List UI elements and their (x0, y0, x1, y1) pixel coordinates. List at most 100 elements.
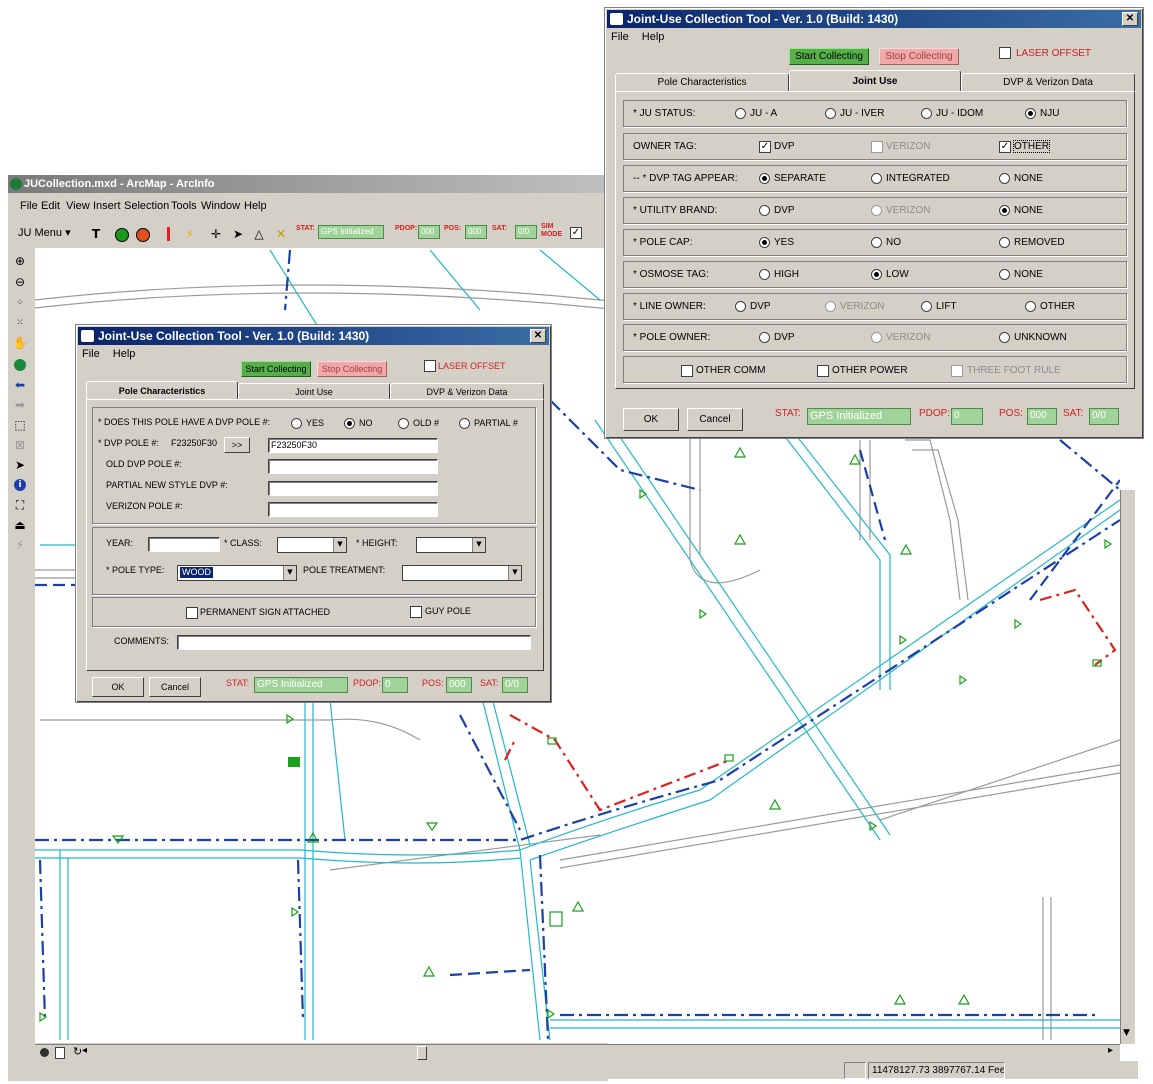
clear-selection-icon[interactable]: ⊠ (12, 437, 28, 453)
back-stop-collecting-button[interactable]: Stop Collecting (879, 48, 959, 65)
pan-icon[interactable]: ✋ (12, 335, 28, 351)
option-radio[interactable] (759, 269, 770, 280)
front-tab-joint-use[interactable]: Joint Use (238, 383, 390, 400)
back-menu-help[interactable]: Help (642, 31, 665, 43)
menu-edit[interactable]: Edit (41, 197, 60, 215)
full-extent-icon[interactable] (14, 359, 26, 371)
scroll-thumb[interactable] (417, 1046, 427, 1060)
measure-tool-icon[interactable]: ⏏ (12, 517, 28, 533)
height-select[interactable]: ▼ (416, 537, 486, 553)
map-vscrollbar[interactable]: ▼ (1120, 490, 1135, 1044)
select-elements-icon[interactable]: ➤ (12, 457, 28, 473)
radio-yes[interactable] (291, 418, 302, 429)
menu-tools[interactable]: Tools (171, 197, 197, 215)
option-radio[interactable] (735, 301, 746, 312)
front-start-collecting-button[interactable]: Start Collecting (241, 361, 311, 377)
guy-pole-checkbox[interactable] (410, 606, 422, 618)
ju-menu-button[interactable]: JU Menu ▾ (12, 223, 74, 243)
front-laser-offset-checkbox[interactable] (424, 360, 436, 372)
option-radio[interactable] (825, 301, 836, 312)
hyperlink-icon[interactable]: ⚡ (12, 537, 28, 553)
identify-icon[interactable]: i (14, 479, 26, 491)
menu-window[interactable]: Window (201, 197, 240, 215)
option-checkbox[interactable] (871, 141, 883, 153)
back-tab-joint-use[interactable]: Joint Use (789, 70, 961, 92)
fixed-zoom-in-icon[interactable]: ⁘ (12, 295, 28, 311)
back-cancel-button[interactable]: Cancel (687, 408, 743, 431)
front-tab-dvp-verizon[interactable]: DVP & Verizon Data (390, 383, 544, 400)
other-power-checkbox[interactable] (817, 365, 829, 377)
option-radio[interactable] (999, 205, 1010, 216)
year-input[interactable] (148, 537, 220, 552)
front-stop-collecting-button[interactable]: Stop Collecting (317, 361, 387, 377)
other-comm-checkbox[interactable] (681, 365, 693, 377)
option-radio[interactable] (921, 301, 932, 312)
radio-no[interactable] (344, 418, 355, 429)
find-icon[interactable]: ⛶ (12, 497, 28, 513)
option-radio[interactable] (999, 237, 1010, 248)
option-radio[interactable] (735, 108, 746, 119)
back-menu-file[interactable]: File (611, 31, 629, 43)
back-ok-button[interactable]: OK (623, 408, 679, 431)
option-radio[interactable] (999, 332, 1010, 343)
menu-file[interactable]: File (20, 197, 38, 215)
option-checkbox[interactable]: ✓ (999, 141, 1011, 153)
option-radio[interactable] (1025, 108, 1036, 119)
back-tab-pole-characteristics[interactable]: Pole Characteristics (615, 73, 789, 92)
front-close-button[interactable]: ✕ (530, 329, 546, 343)
back-tab-dvp-verizon[interactable]: DVP & Verizon Data (961, 73, 1135, 92)
front-tab-pole-characteristics[interactable]: Pole Characteristics (86, 381, 238, 400)
pole-type-select[interactable]: WOOD ▼ (177, 565, 297, 581)
scroll-down-arrow-icon[interactable]: ▼ (1123, 1028, 1130, 1038)
select-features-icon[interactable]: ⬚ (12, 417, 28, 433)
option-radio[interactable] (1025, 301, 1036, 312)
text-tool-icon[interactable]: T (88, 226, 104, 242)
back-laser-offset-checkbox[interactable] (999, 47, 1011, 59)
dvp-pole-input[interactable]: F23250F30 (268, 438, 438, 453)
lightning-icon[interactable]: ⚡ (182, 226, 198, 242)
green-light-icon[interactable] (115, 228, 129, 242)
pause-icon[interactable]: ◂ (82, 1045, 87, 1056)
measure-icon[interactable]: △ (251, 226, 267, 242)
sim-mode-checkbox[interactable]: ✓ (570, 227, 582, 239)
back-arrow-icon[interactable]: ⬅ (12, 377, 28, 393)
front-cancel-button[interactable]: Cancel (149, 677, 201, 697)
fixed-zoom-out-icon[interactable]: ⁙ (12, 315, 28, 331)
verizon-pole-input[interactable] (268, 502, 438, 517)
option-radio[interactable] (921, 108, 932, 119)
option-radio[interactable] (871, 332, 882, 343)
option-radio[interactable] (871, 237, 882, 248)
crosshair-icon[interactable]: ✛ (208, 226, 224, 242)
partial-dvp-input[interactable] (268, 481, 438, 496)
menu-view[interactable]: View (66, 197, 90, 215)
pole-treatment-select[interactable]: ▼ (402, 565, 522, 581)
zoom-in-icon[interactable]: ⊕ (12, 253, 28, 269)
menu-selection[interactable]: Selection (124, 197, 169, 215)
front-menu-file[interactable]: File (82, 348, 100, 360)
option-radio[interactable] (999, 173, 1010, 184)
option-radio[interactable] (871, 269, 882, 280)
scroll-right-arrow-icon[interactable]: ▸ (1108, 1045, 1113, 1056)
option-radio[interactable] (871, 205, 882, 216)
layout-view-icon[interactable] (55, 1047, 65, 1059)
refresh-icon[interactable]: ↻ (73, 1045, 82, 1058)
red-bar-icon[interactable] (167, 227, 170, 241)
menu-help[interactable]: Help (244, 197, 267, 215)
copy-pole-button[interactable]: >> (224, 437, 250, 453)
radio-old[interactable] (398, 418, 409, 429)
forward-arrow-icon[interactable]: ➡ (12, 397, 28, 413)
option-radio[interactable] (999, 269, 1010, 280)
class-select[interactable]: ▼ (277, 537, 347, 553)
front-menu-help[interactable]: Help (113, 348, 136, 360)
option-radio[interactable] (759, 173, 770, 184)
menu-insert[interactable]: Insert (93, 197, 121, 215)
option-radio[interactable] (871, 173, 882, 184)
zoom-out-icon[interactable]: ⊖ (12, 274, 28, 290)
comments-input[interactable] (177, 635, 531, 650)
old-dvp-pole-input[interactable] (268, 459, 438, 474)
three-foot-rule-checkbox[interactable] (951, 365, 963, 377)
option-radio[interactable] (759, 237, 770, 248)
front-ok-button[interactable]: OK (92, 677, 144, 697)
clear-icon[interactable]: ✕ (273, 226, 289, 242)
option-radio[interactable] (759, 332, 770, 343)
